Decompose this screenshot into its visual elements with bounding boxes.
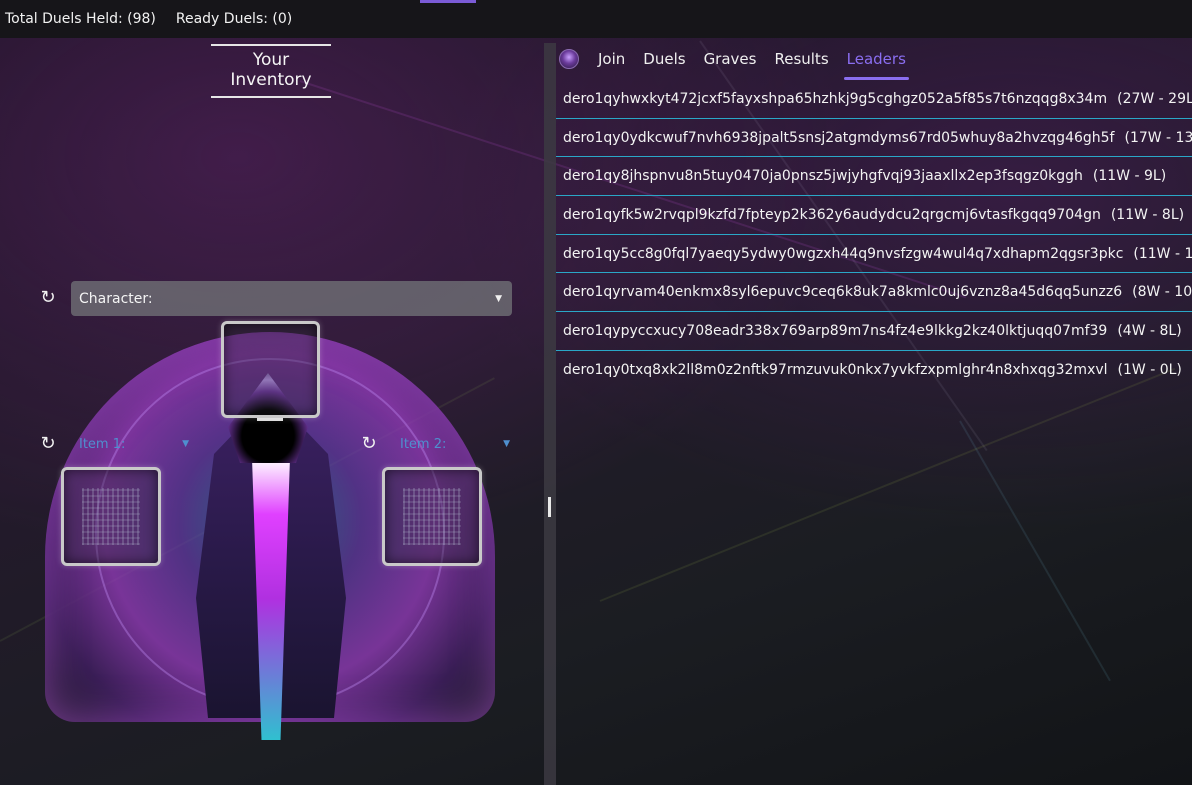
leader-address: dero1qyhwxkyt472jcxf5fayxshpa65hzhkj9g5c…	[563, 90, 1108, 107]
character-select-label: Character:	[79, 290, 153, 307]
list-item[interactable]: dero1qy5cc8g0fql7yaeqy5ydwy0wgzxh44q9nvs…	[556, 235, 1192, 274]
panel-splitter[interactable]	[544, 43, 556, 785]
leader-address: dero1qypyccxucy708eadr338x769arp89m7ns4f…	[563, 322, 1108, 339]
tab-bar: Join Duels Graves Results Leaders	[556, 38, 1192, 80]
item1-select-label: Item 1:	[79, 436, 126, 452]
leaders-list: dero1qyhwxkyt472jcxf5fayxshpa65hzhkj9g5c…	[556, 80, 1192, 390]
item1-slot[interactable]	[61, 467, 161, 566]
leader-address: dero1qyrvam40enkmx8syl6epuvc9ceq6k8uk7a8…	[563, 284, 1123, 301]
item1-select[interactable]: Item 1: ▼	[79, 432, 189, 456]
character-select[interactable]: Character: ▼	[71, 281, 512, 316]
leader-record: (11W - 9L)	[1092, 168, 1167, 185]
tab-leaders[interactable]: Leaders	[838, 38, 915, 80]
refresh-item1-icon[interactable]: ↻	[38, 434, 58, 454]
hooded-figure-visor	[257, 418, 283, 421]
leader-address: dero1qy5cc8g0fql7yaeqy5ydwy0wgzxh44q9nvs…	[563, 245, 1124, 262]
leader-record: (11W - 11L)	[1133, 245, 1192, 262]
leader-record: (11W - 8L)	[1110, 206, 1185, 223]
leader-address: dero1qy8jhspnvu8n5tuy0470ja0pnsz5jwjyhgf…	[563, 168, 1083, 185]
leader-record: (1W - 0L)	[1117, 362, 1182, 379]
leader-address: dero1qyfk5w2rvqpl9kzfd7fpteyp2k362y6audy…	[563, 206, 1101, 223]
character-slot[interactable]	[221, 321, 320, 418]
dero-logo-icon	[559, 49, 579, 69]
list-item[interactable]: dero1qyhwxkyt472jcxf5fayxshpa65hzhkj9g5c…	[556, 80, 1192, 119]
item2-slot[interactable]	[382, 467, 482, 566]
window-accent-bar	[420, 0, 476, 3]
duels-panel: Join Duels Graves Results Leaders dero1q…	[556, 38, 1192, 785]
tab-duels[interactable]: Duels	[634, 38, 694, 80]
chevron-down-icon: ▼	[495, 293, 502, 304]
tab-results[interactable]: Results	[765, 38, 837, 80]
ready-duels-label: Ready Duels: (0)	[175, 11, 293, 27]
refresh-character-icon[interactable]: ↻	[38, 288, 58, 308]
leader-record: (27W - 29L)	[1117, 90, 1192, 107]
list-item[interactable]: dero1qy8jhspnvu8n5tuy0470ja0pnsz5jwjyhgf…	[556, 157, 1192, 197]
leader-address: dero1qy0ydkcwuf7nvh6938jpalt5snsj2atgmdy…	[563, 129, 1115, 146]
splitter-drag-handle[interactable]	[548, 497, 551, 517]
leader-record: (8W - 10L)	[1132, 284, 1192, 301]
list-item[interactable]: dero1qyfk5w2rvqpl9kzfd7fpteyp2k362y6audy…	[556, 196, 1192, 235]
item2-select[interactable]: Item 2: ▼	[400, 432, 510, 456]
status-bar: Total Duels Held: (98) Ready Duels: (0)	[0, 0, 1192, 38]
leader-address: dero1qy0txq8xk2ll8m0z2nftk97rmzuvuk0nkx7…	[563, 362, 1108, 379]
refresh-item2-icon[interactable]: ↻	[359, 434, 379, 454]
leader-record: (17W - 13L)	[1124, 129, 1192, 146]
list-item[interactable]: dero1qyrvam40enkmx8syl6epuvc9ceq6k8uk7a8…	[556, 273, 1192, 313]
tab-join[interactable]: Join	[589, 38, 634, 80]
inventory-panel: Your Inventory ↻ Character: ▼ ↻ Item 1: …	[0, 38, 548, 785]
list-item[interactable]: dero1qypyccxucy708eadr338x769arp89m7ns4f…	[556, 312, 1192, 351]
list-item[interactable]: dero1qy0txq8xk2ll8m0z2nftk97rmzuvuk0nkx7…	[556, 351, 1192, 390]
total-duels-label: Total Duels Held: (98)	[5, 11, 156, 27]
list-item[interactable]: dero1qy0ydkcwuf7nvh6938jpalt5snsj2atgmdy…	[556, 119, 1192, 158]
tab-graves[interactable]: Graves	[695, 38, 766, 80]
leader-record: (4W - 8L)	[1117, 322, 1182, 339]
inventory-title: Your Inventory	[211, 44, 331, 98]
chevron-down-icon: ▼	[182, 439, 189, 449]
item2-select-label: Item 2:	[400, 436, 447, 452]
chevron-down-icon: ▼	[503, 439, 510, 449]
